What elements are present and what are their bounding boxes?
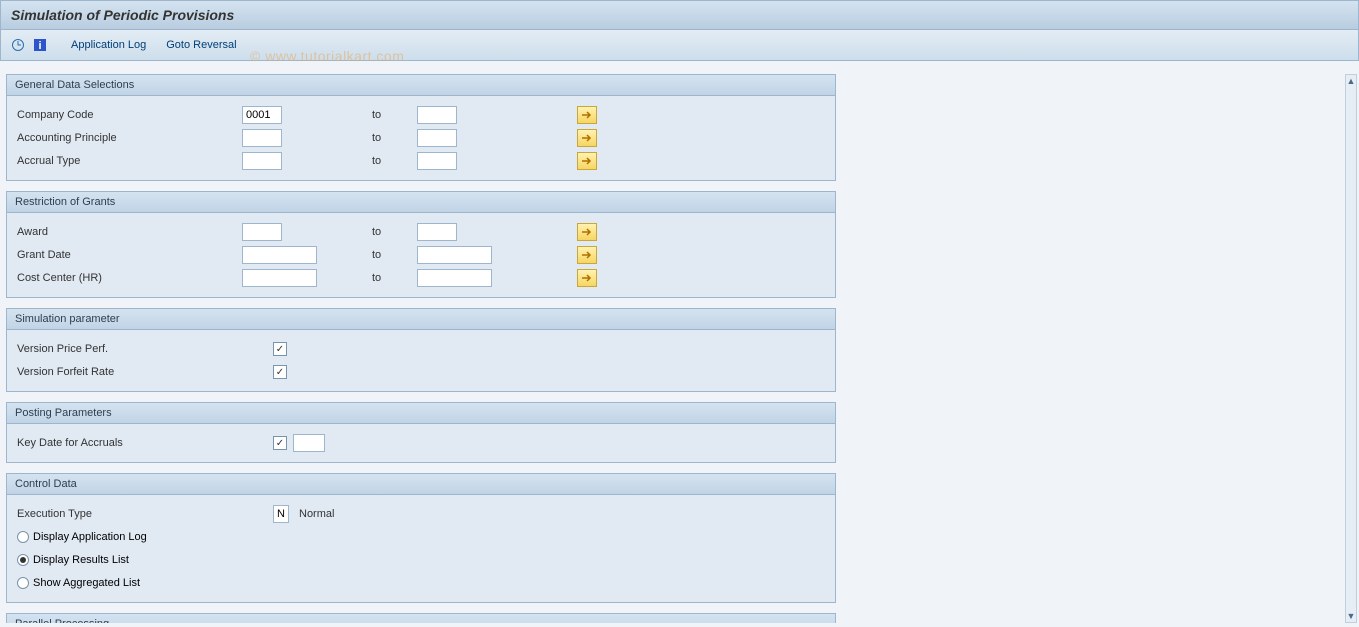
label-exec-type: Execution Type — [17, 508, 242, 520]
group-title: Control Data — [7, 474, 835, 495]
label-to: to — [372, 272, 417, 284]
price-perf-checkbox[interactable]: ✓ — [273, 342, 287, 356]
row-accounting-principle: Accounting Principle to — [17, 128, 825, 148]
exec-type-text: Normal — [299, 508, 334, 520]
label-price-perf: Version Price Perf. — [17, 343, 242, 355]
radio-aggregated[interactable] — [17, 577, 29, 589]
execute-icon[interactable] — [9, 36, 27, 54]
app-toolbar: i Application Log Goto Reversal — [0, 30, 1359, 61]
group-title: Parallel Processing — [7, 614, 835, 623]
page-title: Simulation of Periodic Provisions — [11, 7, 234, 23]
company-code-from-input[interactable] — [242, 106, 282, 124]
application-log-link[interactable]: Application Log — [63, 39, 154, 51]
label-opt-results: Display Results List — [33, 554, 129, 566]
accrual-type-to-input[interactable] — [417, 152, 457, 170]
award-from-input[interactable] — [242, 223, 282, 241]
scroll-up-icon[interactable]: ▲ — [1346, 75, 1356, 87]
group-simulation-parameter: Simulation parameter Version Price Perf.… — [6, 308, 836, 392]
accounting-principle-to-input[interactable] — [417, 129, 457, 147]
accrual-type-from-input[interactable] — [242, 152, 282, 170]
row-key-date: Key Date for Accruals ✓ — [17, 433, 825, 453]
accounting-principle-from-input[interactable] — [242, 129, 282, 147]
label-opt-app-log: Display Application Log — [33, 531, 147, 543]
group-restriction-grants: Restriction of Grants Award to Grant Dat… — [6, 191, 836, 298]
group-title: Restriction of Grants — [7, 192, 835, 213]
content-area: General Data Selections Company Code to … — [6, 74, 1343, 623]
cost-center-to-input[interactable] — [417, 269, 492, 287]
grant-date-to-input[interactable] — [417, 246, 492, 264]
group-general-data: General Data Selections Company Code to … — [6, 74, 836, 181]
group-parallel-processing: Parallel Processing Server Group — [6, 613, 836, 623]
row-company-code: Company Code to — [17, 105, 825, 125]
group-control-data: Control Data Execution Type Normal Displ… — [6, 473, 836, 603]
label-accounting-principle: Accounting Principle — [17, 132, 242, 144]
row-grant-date: Grant Date to — [17, 245, 825, 265]
radio-results-list[interactable] — [17, 554, 29, 566]
company-code-to-input[interactable] — [417, 106, 457, 124]
key-date-checkbox[interactable]: ✓ — [273, 436, 287, 450]
label-key-date: Key Date for Accruals — [17, 437, 242, 449]
svg-text:i: i — [38, 40, 41, 52]
info-icon[interactable]: i — [31, 36, 49, 54]
label-cost-center: Cost Center (HR) — [17, 272, 242, 284]
multiple-selection-button[interactable] — [577, 269, 597, 287]
title-bar: Simulation of Periodic Provisions — [0, 0, 1359, 30]
radio-app-log[interactable] — [17, 531, 29, 543]
label-to: to — [372, 132, 417, 144]
label-award: Award — [17, 226, 242, 238]
label-to: to — [372, 226, 417, 238]
label-to: to — [372, 109, 417, 121]
award-to-input[interactable] — [417, 223, 457, 241]
goto-reversal-link[interactable]: Goto Reversal — [158, 39, 244, 51]
group-title: Simulation parameter — [7, 309, 835, 330]
row-forfeit-rate: Version Forfeit Rate ✓ — [17, 362, 825, 382]
multiple-selection-button[interactable] — [577, 246, 597, 264]
label-to: to — [372, 249, 417, 261]
label-to: to — [372, 155, 417, 167]
group-posting-parameters: Posting Parameters Key Date for Accruals… — [6, 402, 836, 463]
grant-date-from-input[interactable] — [242, 246, 317, 264]
row-opt-app-log[interactable]: Display Application Log — [17, 527, 825, 547]
label-grant-date: Grant Date — [17, 249, 242, 261]
multiple-selection-button[interactable] — [577, 152, 597, 170]
row-opt-results[interactable]: Display Results List — [17, 550, 825, 570]
multiple-selection-button[interactable] — [577, 129, 597, 147]
multiple-selection-button[interactable] — [577, 106, 597, 124]
row-award: Award to — [17, 222, 825, 242]
row-price-perf: Version Price Perf. ✓ — [17, 339, 825, 359]
label-company-code: Company Code — [17, 109, 242, 121]
scroll-down-icon[interactable]: ▼ — [1346, 610, 1356, 622]
group-title: General Data Selections — [7, 75, 835, 96]
exec-type-input[interactable] — [273, 505, 289, 523]
group-title: Posting Parameters — [7, 403, 835, 424]
row-cost-center: Cost Center (HR) to — [17, 268, 825, 288]
row-accrual-type: Accrual Type to — [17, 151, 825, 171]
key-date-input[interactable] — [293, 434, 325, 452]
label-opt-aggregated: Show Aggregated List — [33, 577, 140, 589]
forfeit-rate-checkbox[interactable]: ✓ — [273, 365, 287, 379]
vertical-scrollbar[interactable]: ▲ ▼ — [1345, 74, 1357, 623]
cost-center-from-input[interactable] — [242, 269, 317, 287]
label-forfeit-rate: Version Forfeit Rate — [17, 366, 242, 378]
row-opt-aggregated[interactable]: Show Aggregated List — [17, 573, 825, 593]
multiple-selection-button[interactable] — [577, 223, 597, 241]
label-accrual-type: Accrual Type — [17, 155, 242, 167]
row-exec-type: Execution Type Normal — [17, 504, 825, 524]
